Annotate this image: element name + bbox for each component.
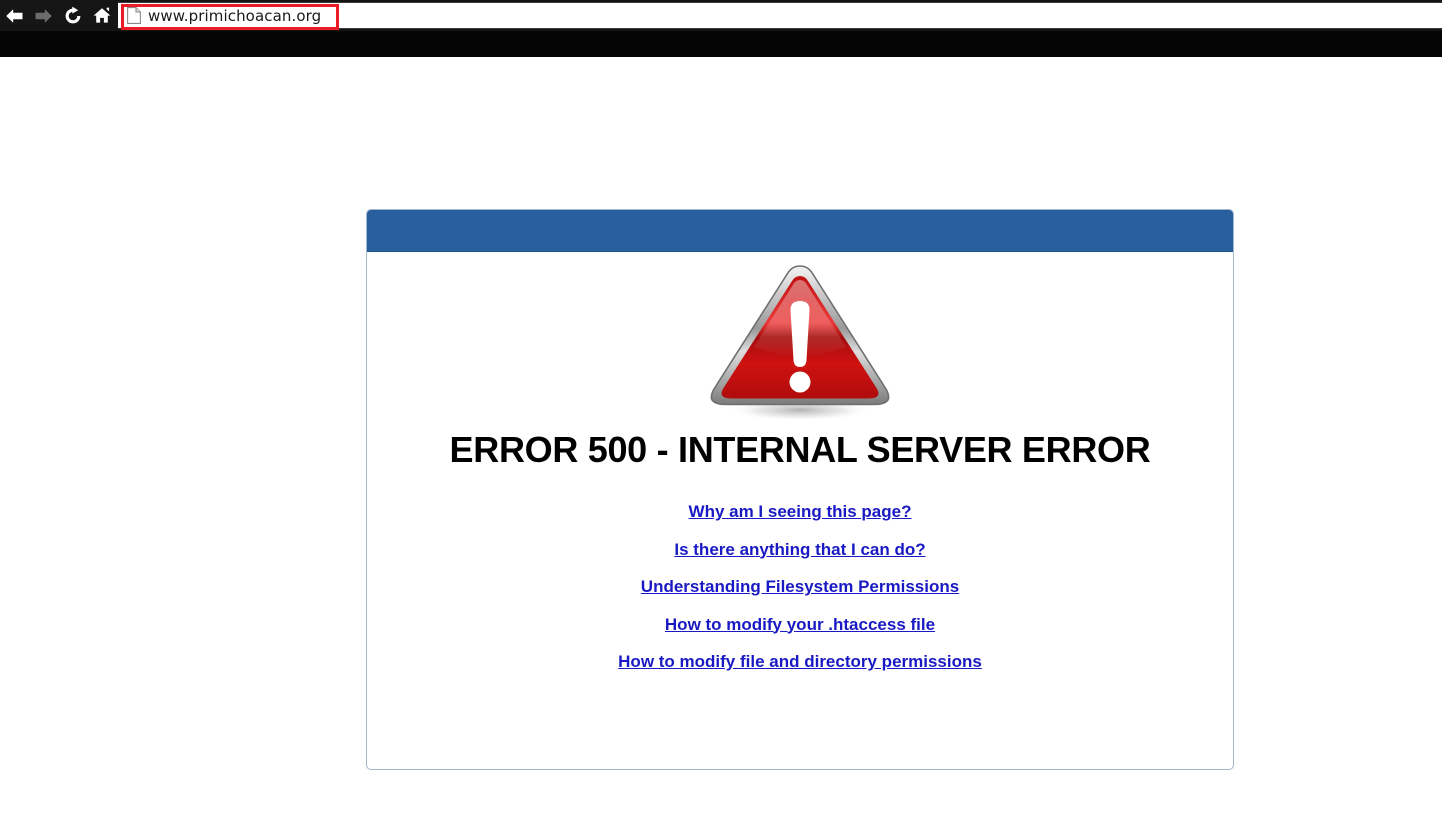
error-card: ERROR 500 - INTERNAL SERVER ERROR Why am… xyxy=(366,209,1234,770)
navigation-buttons xyxy=(0,0,116,31)
list-item: How to modify your .htaccess file xyxy=(367,607,1233,645)
card-header-bar xyxy=(367,210,1233,252)
link-how-to-modify-htaccess[interactable]: How to modify your .htaccess file xyxy=(665,615,935,634)
back-button[interactable] xyxy=(0,0,29,31)
link-how-to-modify-file-and-directory-permissions[interactable]: How to modify file and directory permiss… xyxy=(618,652,982,671)
address-bar[interactable]: www.primichoacan.org xyxy=(118,2,1442,29)
address-bar-text[interactable]: www.primichoacan.org xyxy=(148,7,321,25)
link-why-am-i-seeing-this-page[interactable]: Why am I seeing this page? xyxy=(689,502,912,521)
forward-button[interactable] xyxy=(29,0,58,31)
document-icon xyxy=(127,7,141,24)
browser-toolbar: www.primichoacan.org xyxy=(0,0,1442,31)
list-item: How to modify file and directory permiss… xyxy=(367,644,1233,682)
browser-chrome: www.primichoacan.org xyxy=(0,0,1442,57)
address-bar-container: www.primichoacan.org xyxy=(118,0,1442,31)
list-item: Why am I seeing this page? xyxy=(367,494,1233,532)
list-item: Is there anything that I can do? xyxy=(367,532,1233,570)
link-is-there-anything-i-can-do[interactable]: Is there anything that I can do? xyxy=(674,540,925,559)
arrow-right-icon xyxy=(35,8,52,23)
link-understanding-filesystem-permissions[interactable]: Understanding Filesystem Permissions xyxy=(641,577,959,596)
browser-secondary-bar xyxy=(0,31,1442,57)
page-title: ERROR 500 - INTERNAL SERVER ERROR xyxy=(449,429,1151,470)
card-body: ERROR 500 - INTERNAL SERVER ERROR Why am… xyxy=(367,252,1233,682)
home-icon xyxy=(93,7,110,23)
list-item: Understanding Filesystem Permissions xyxy=(367,569,1233,607)
home-button[interactable] xyxy=(87,0,116,31)
warning-triangle-icon xyxy=(700,260,900,428)
page-viewport: ERROR 500 - INTERNAL SERVER ERROR Why am… xyxy=(0,57,1442,826)
arrow-left-icon xyxy=(6,8,23,23)
reload-icon xyxy=(65,6,80,23)
help-links-list: Why am I seeing this page? Is there anyt… xyxy=(367,494,1233,682)
reload-button[interactable] xyxy=(58,0,87,31)
